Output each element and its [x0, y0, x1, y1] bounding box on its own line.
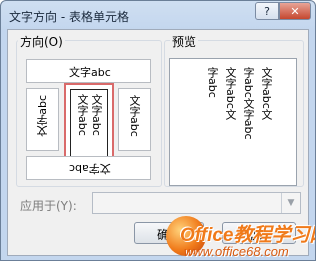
- dialog-title: 文字方向 - 表格单元格: [9, 10, 129, 24]
- orientation-label: 文字abc: [76, 94, 89, 136]
- close-button[interactable]: ✕: [279, 2, 311, 20]
- orientation-horizontal-top[interactable]: 文字abc: [26, 59, 151, 83]
- preview-column: 字abc: [206, 67, 219, 98]
- dialog-window: 文字方向 - 表格单元格 ? ✕ 方向(O) 文字abc 文字abc 文字abc…: [0, 0, 316, 261]
- orientation-horizontal-bottom[interactable]: 文字abc: [26, 156, 151, 180]
- orientation-label: 文字abc: [36, 95, 49, 137]
- dropdown-arrow-icon[interactable]: ▼: [281, 193, 300, 213]
- apply-to-select[interactable]: ▼: [92, 192, 301, 214]
- orientation-vertical-right[interactable]: 文字abc: [118, 88, 151, 151]
- orientation-vertical-stacked[interactable]: 文字abc 文字abc: [64, 83, 114, 165]
- preview-group-label: 预览: [170, 33, 199, 50]
- preview-column: 字abc文字abc: [242, 67, 255, 140]
- watermark-url: www.office68.com: [184, 244, 289, 259]
- apply-to-label: 应用于(Y):: [20, 199, 77, 213]
- close-icon: ✕: [290, 5, 300, 18]
- orientation-label: 文字abc: [128, 95, 141, 137]
- orientation-vertical-left[interactable]: 文字abc: [26, 88, 59, 151]
- orientation-label: 文字abc: [69, 66, 111, 79]
- preview-box: 文字abc文 字abc文字abc 文字abc文 字abc: [169, 58, 297, 186]
- preview-column: 文字abc文: [224, 67, 237, 120]
- orientation-label: 文字abc: [90, 94, 103, 136]
- watermark-brand: Office教程学习网: [180, 225, 316, 246]
- title-bar[interactable]: 文字方向 - 表格单元格 ? ✕: [1, 1, 315, 31]
- preview-column: 文字abc文: [260, 67, 273, 120]
- help-button[interactable]: ?: [255, 2, 279, 20]
- orientation-group-label: 方向(O): [18, 33, 65, 50]
- orientation-label: 文字abc: [69, 162, 111, 175]
- question-mark-icon: ?: [264, 5, 270, 18]
- watermark: Office教程学习网 www.office68.com: [166, 214, 316, 260]
- selection-focus-box: 文字abc 文字abc: [70, 89, 108, 159]
